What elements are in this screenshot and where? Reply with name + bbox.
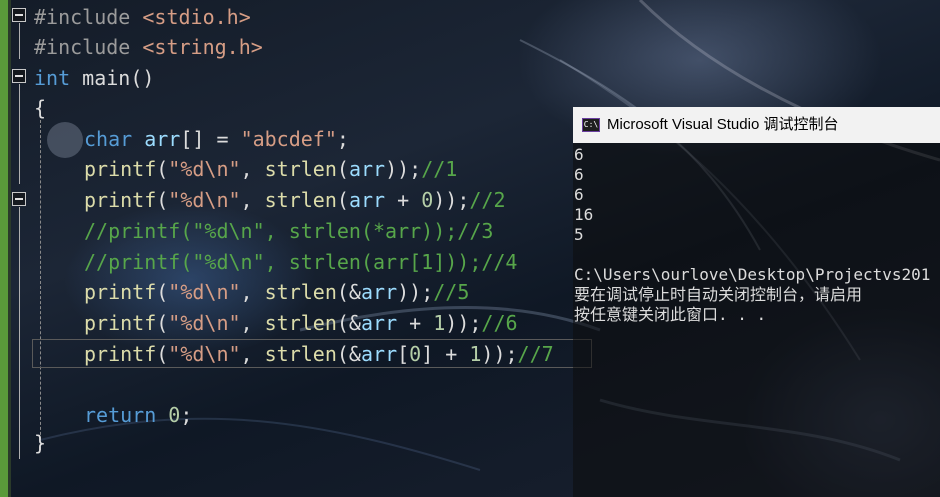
console-title: Microsoft Visual Studio 调试控制台: [607, 116, 839, 133]
code-line-9: //printf("%d\n", strlen(arr[1]));//4: [84, 250, 518, 274]
console-app-icon: C:\: [582, 118, 600, 132]
fold-toggle-icon[interactable]: [12, 69, 26, 83]
code-line-4: {: [34, 96, 47, 120]
code-line-8: //printf("%d\n", strlen(*arr));//3: [84, 219, 494, 243]
console-line: 6: [574, 145, 584, 164]
code-line-5: char arr[] = "abcdef";: [84, 127, 349, 151]
indent-guide: [40, 120, 41, 450]
console-line: 16: [574, 205, 594, 224]
console-line: 6: [574, 185, 584, 204]
code-line-12: printf("%d\n", strlen(&arr[0] + 1));//7: [84, 342, 554, 366]
fold-bracket: [19, 23, 20, 59]
code-line-11: printf("%d\n", strlen(&arr + 1));//6: [84, 311, 518, 335]
console-line: 要在调试停止时自动关闭控制台，请启用: [574, 285, 863, 304]
console-output[interactable]: 6 6 6 16 5 C:\Users\ourlove\Desktop\Proj…: [573, 145, 940, 497]
console-title-bar[interactable]: C:\ Microsoft Visual Studio 调试控制台: [573, 107, 940, 143]
code-line-10: printf("%d\n", strlen(&arr));//5: [84, 280, 470, 304]
code-line-13: return 0;: [84, 403, 193, 427]
fold-bracket: [19, 207, 20, 459]
code-line-3: int main(): [34, 66, 155, 90]
console-line: 按任意键关闭此窗口. . .: [574, 305, 767, 324]
code-line-6: printf("%d\n", strlen(arr));//1: [84, 157, 458, 181]
fold-bracket: [19, 84, 20, 184]
console-line: C:\Users\ourlove\Desktop\Projectvs201: [574, 265, 931, 284]
console-line: 6: [574, 165, 584, 184]
console-line: 5: [574, 225, 584, 244]
code-line-14: }: [34, 431, 47, 455]
fold-toggle-icon[interactable]: [12, 8, 26, 22]
code-line-1: #include <stdio.h>: [34, 5, 251, 29]
code-line-7: printf("%d\n", strlen(arr + 0));//2: [84, 188, 506, 212]
debug-console-window[interactable]: C:\ Microsoft Visual Studio 调试控制台 6 6 6 …: [573, 107, 940, 497]
fold-toggle-icon[interactable]: [12, 192, 26, 206]
code-line-2: #include <string.h>: [34, 35, 263, 59]
